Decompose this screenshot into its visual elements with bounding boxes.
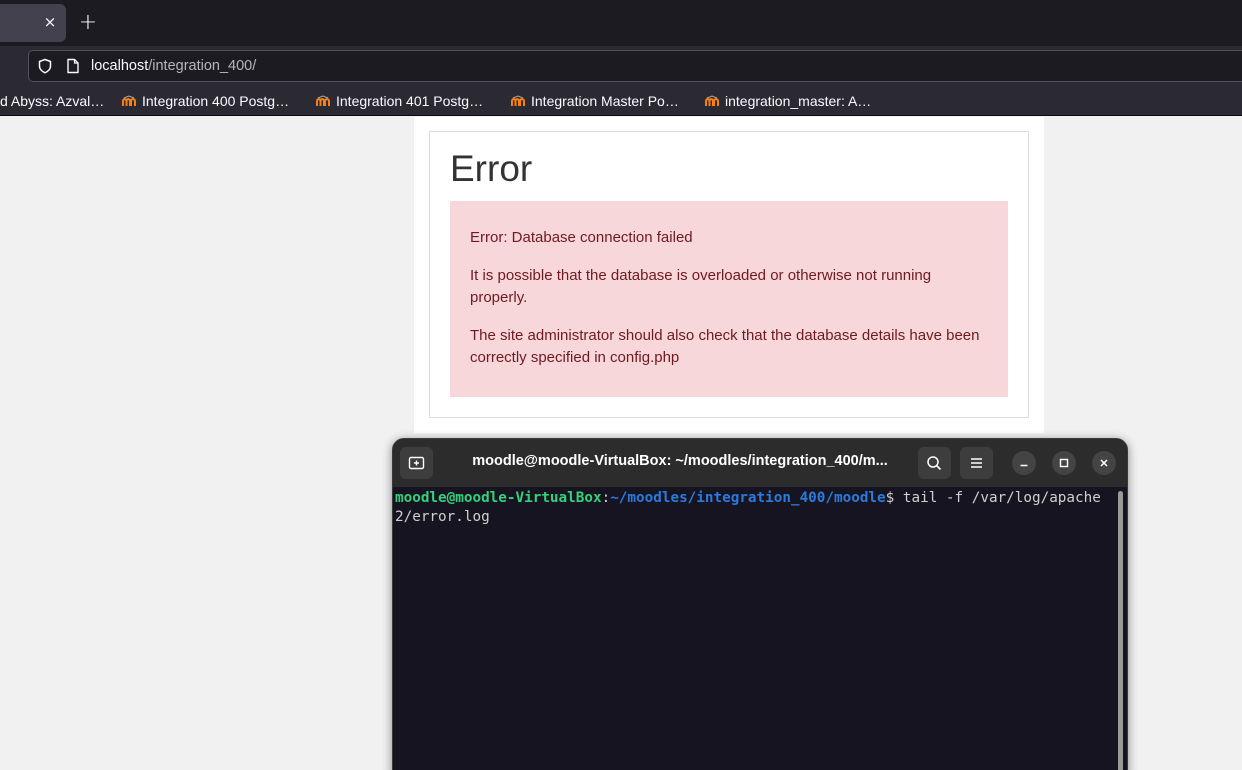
prompt-separator: : <box>601 490 611 506</box>
moodle-icon <box>316 95 330 106</box>
bookmark-item[interactable]: d Abyss: Azval… <box>0 91 104 111</box>
navigation-bar: localhost/integration_400/ <box>0 46 1242 86</box>
error-explanation: It is possible that the database is over… <box>470 267 932 306</box>
url-path: /integration_400/ <box>148 58 257 74</box>
url-text[interactable]: localhost/integration_400/ <box>91 58 256 74</box>
minimize-button[interactable] <box>1012 451 1036 475</box>
bookmark-label: Integration 401 Postg… <box>336 93 484 109</box>
terminal-header[interactable]: moodle@moodle-VirtualBox: ~/moodles/inte… <box>393 439 1127 487</box>
bookmarks-toolbar: d Abyss: Azval… Integration 400 Postg… I… <box>0 86 1242 116</box>
shield-icon[interactable] <box>37 58 53 74</box>
close-icon <box>1100 459 1108 467</box>
hamburger-menu-icon <box>971 458 982 468</box>
terminal-title: moodle@moodle-VirtualBox: ~/moodles/inte… <box>472 453 888 469</box>
error-message: Error: Database connection failed <box>470 229 693 246</box>
maximize-icon <box>1059 458 1069 468</box>
bookmark-label: Integration Master Po… <box>531 93 679 109</box>
bookmark-item[interactable]: Integration 401 Postg… <box>316 91 483 111</box>
search-button[interactable] <box>918 447 951 479</box>
close-button[interactable] <box>1092 451 1116 475</box>
active-tab[interactable]: × <box>0 4 66 42</box>
prompt-symbol: $ <box>885 490 903 506</box>
url-bar[interactable]: localhost/integration_400/ <box>28 50 1242 82</box>
url-host: localhost <box>91 58 149 74</box>
bookmark-item[interactable]: Integration Master Po… <box>511 91 679 111</box>
page-content: Error Error: Database connection failed … <box>414 117 1044 433</box>
terminal-window[interactable]: moodle@moodle-VirtualBox: ~/moodles/inte… <box>392 438 1128 770</box>
page-title: Error <box>450 148 533 189</box>
moodle-icon <box>511 95 525 106</box>
bookmark-item[interactable]: integration_master: A… <box>705 91 871 111</box>
maximize-button[interactable] <box>1052 451 1076 475</box>
bookmark-label: d Abyss: Azval… <box>0 93 105 109</box>
error-card: Error Error: Database connection failed … <box>429 131 1029 418</box>
new-tab-icon <box>408 456 425 470</box>
page-icon[interactable] <box>66 58 80 74</box>
moodle-icon <box>705 95 719 106</box>
menu-button[interactable] <box>960 447 993 479</box>
new-tab-button[interactable]: + <box>76 10 100 36</box>
search-icon <box>927 456 942 471</box>
terminal-output[interactable]: moodle@moodle-VirtualBox:~/moodles/integ… <box>395 489 1115 527</box>
tab-strip: × + <box>0 0 1242 46</box>
close-tab-icon[interactable]: × <box>40 12 60 32</box>
error-alert: Error: Database connection failed It is … <box>450 201 1008 397</box>
bookmark-item[interactable]: Integration 400 Postg… <box>122 91 289 111</box>
prompt-user: moodle@moodle-VirtualBox <box>395 490 602 506</box>
error-admin-hint: The site administrator should also check… <box>470 327 980 366</box>
moodle-icon <box>122 95 136 106</box>
prompt-path: ~/moodles/integration_400/moodle <box>610 490 886 506</box>
bookmark-label: integration_master: A… <box>725 93 872 109</box>
new-tab-terminal-button[interactable] <box>400 447 433 479</box>
minimize-icon <box>1020 464 1028 467</box>
terminal-scrollbar[interactable] <box>1118 491 1123 770</box>
bookmark-label: Integration 400 Postg… <box>142 93 290 109</box>
